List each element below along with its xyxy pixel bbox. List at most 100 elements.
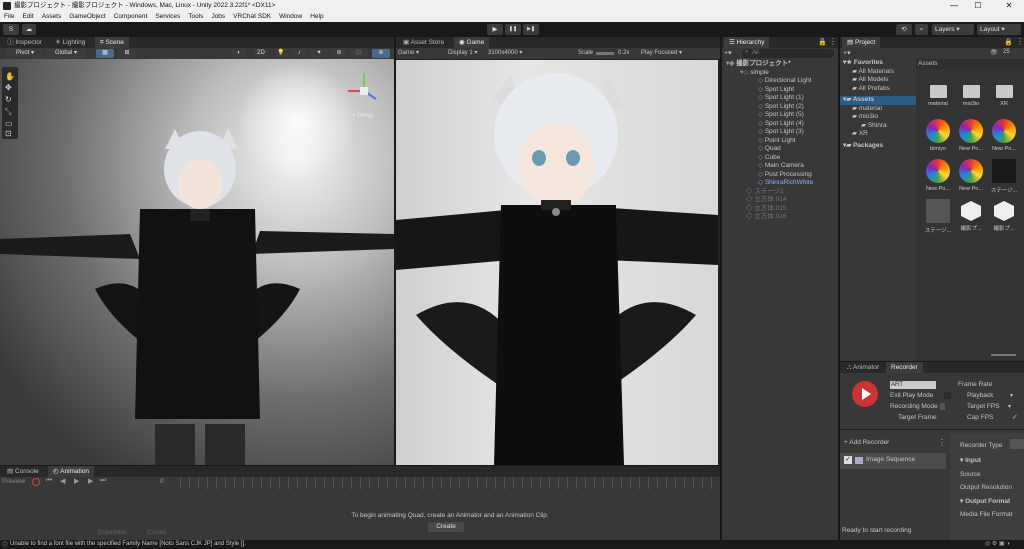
close-window-button[interactable]: ✕ [994, 0, 1024, 12]
menu-item-services[interactable]: Services [155, 12, 180, 22]
menu-item-assets[interactable]: Assets [42, 12, 62, 22]
create-animation-button[interactable]: Create [428, 522, 464, 532]
recording-mode-dropdown[interactable] [940, 403, 945, 410]
output-format-toggle[interactable]: ▾ Output Format [960, 497, 1010, 505]
cap-fps-checkbox[interactable]: ✓ [1012, 413, 1018, 421]
menu-item-jobs[interactable]: Jobs [211, 12, 225, 22]
pause-button[interactable]: ❚❚ [505, 24, 521, 35]
hierarchy-item[interactable]: ◇ 立方体.015 [722, 205, 838, 214]
recorder-list-item[interactable]: ✓ Image Sequence [840, 453, 946, 469]
hierarchy-item[interactable]: ◇ Cube [722, 154, 838, 163]
hierarchy-item[interactable]: ◇ 立方体.016 [722, 213, 838, 222]
add-recorder-button[interactable]: + Add Recorder [844, 439, 889, 446]
recorder-type-dropdown[interactable] [1010, 439, 1024, 449]
display-dropdown[interactable]: Display 1 ▾ [448, 48, 477, 59]
project-tree-item[interactable]: ▰ Shinra [840, 122, 916, 131]
playback-dropdown[interactable]: ▾ [1010, 392, 1013, 399]
scene-viewport[interactable]: ✋ ✥ ↻ ⤡ ▭ ⊡ < Persp [0, 59, 394, 465]
effects-toggle-icon[interactable]: ✦ [310, 49, 328, 58]
tab-recorder[interactable]: Recorder [886, 362, 923, 373]
hierarchy-item[interactable]: ◇ Point Light [722, 137, 838, 146]
menu-item-file[interactable]: File [4, 12, 14, 22]
project-tree-item[interactable]: ▾▰ Assets [840, 96, 916, 105]
play-focused-dropdown[interactable]: Play Focused ▾ [641, 48, 682, 59]
timeline-ruler[interactable] [180, 477, 720, 489]
hierarchy-item[interactable]: ◇ Directional Light [722, 77, 838, 86]
hidden-objects-icon[interactable]: ⊘ [332, 49, 346, 58]
tab-asset-store[interactable]: ▣ Asset Store [398, 37, 449, 48]
project-tree-item[interactable]: ▰ material [840, 105, 916, 114]
asset-item[interactable]: New Po... [922, 159, 954, 192]
asset-item[interactable]: mio3io [955, 79, 987, 107]
hierarchy-item[interactable]: ◇ Post Processing [722, 171, 838, 180]
tab-hierarchy[interactable]: ☰ Hierarchy [724, 37, 770, 48]
first-frame-icon[interactable]: ⏮ [46, 477, 52, 485]
menu-item-window[interactable]: Window [279, 12, 302, 22]
2d-toggle[interactable]: 2D [254, 49, 268, 58]
hierarchy-item[interactable]: ▾◇ simple [722, 69, 838, 78]
step-button[interactable]: ▶❚ [523, 24, 539, 35]
project-tree-item[interactable]: ▾▰ Packages [840, 142, 916, 151]
gizmos-icon[interactable]: ⊕ [372, 49, 390, 58]
layers-dropdown[interactable]: Layers ▾ [932, 24, 974, 35]
asset-item[interactable]: ステージ... [922, 199, 954, 234]
hierarchy-item[interactable]: ◇ ステージ1 [722, 188, 838, 197]
perspective-label[interactable]: < Persp [352, 113, 373, 119]
recorder-list-kebab-icon[interactable]: ⋮ [938, 438, 946, 447]
curves-tab[interactable]: Curves [147, 530, 166, 536]
menu-item-help[interactable]: Help [310, 12, 323, 22]
project-tree-item[interactable]: ▰ mio3io [840, 113, 916, 122]
hierarchy-item[interactable]: ◇ Spot Light (3) [722, 128, 838, 137]
asset-item[interactable]: New Po... [955, 159, 987, 192]
account-button[interactable]: S [3, 24, 19, 35]
rotate-tool-icon[interactable]: ↻ [5, 95, 12, 104]
move-tool-icon[interactable]: ✥ [5, 83, 12, 92]
menu-item-edit[interactable]: Edit [22, 12, 33, 22]
record-anim-icon[interactable] [32, 478, 40, 486]
menu-item-gameobject[interactable]: GameObject [69, 12, 106, 22]
tab-console[interactable]: ▤ Console [2, 466, 44, 477]
tab-animator[interactable]: ⛬ Animator [842, 362, 884, 373]
pivot-dropdown[interactable]: Pivot ▾ [6, 49, 44, 58]
maximize-button[interactable]: ☐ [968, 0, 988, 12]
asset-item[interactable]: New Po... [988, 119, 1020, 152]
project-tree-item[interactable]: ▾★ Favorites [840, 59, 916, 68]
tab-project[interactable]: ▤ Project [842, 37, 881, 48]
transform-tool-icon[interactable]: ⊡ [5, 129, 12, 138]
hierarchy-item[interactable]: ▾◈ 撮影プロジェクト* [722, 60, 838, 69]
tab-game[interactable]: ◉ Game [454, 37, 490, 48]
input-section-toggle[interactable]: ▾ Input [960, 456, 981, 464]
project-tree-item[interactable]: ▰ All Prefabs [840, 85, 916, 94]
hierarchy-search-input[interactable]: All [742, 49, 834, 58]
kebab-menu-icon[interactable]: ⋮ [829, 37, 837, 46]
tab-animation[interactable]: ◴ Animation [48, 466, 95, 477]
increment-snap-icon[interactable]: ⊞ [118, 49, 136, 58]
asset-item[interactable]: 撮影プ... [988, 199, 1020, 232]
search-icon[interactable]: ⌕ [915, 24, 928, 35]
project-add-button[interactable]: +▾ [843, 49, 851, 57]
project-tree-item[interactable]: ▰ All Materials [840, 68, 916, 77]
asset-item[interactable]: New Po... [955, 119, 987, 152]
project-eye-icon[interactable]: 👁 [990, 49, 998, 56]
game-mode-dropdown[interactable]: Game ▾ [398, 48, 419, 59]
tab-inspector[interactable]: ⓘ Inspector [2, 37, 47, 48]
asset-item[interactable]: XR [988, 79, 1020, 107]
hierarchy-item[interactable]: ◇ Spot Light (5) [722, 111, 838, 120]
project-tree-item[interactable]: ▰ All Models [840, 76, 916, 85]
exit-play-mode-checkbox[interactable] [944, 392, 951, 399]
tab-lighting[interactable]: ☀ Lighting [50, 37, 90, 48]
project-lock-icon[interactable]: 🔒 [1004, 38, 1013, 46]
global-dropdown[interactable]: Global ▾ [46, 49, 86, 58]
hierarchy-item[interactable]: ◇ Spot Light [722, 86, 838, 95]
scale-slider[interactable] [596, 52, 614, 55]
preview-toggle[interactable]: Preview [2, 478, 25, 485]
draw-mode-icon[interactable]: ◐ [232, 49, 246, 58]
frame-number-field[interactable]: 0 [160, 478, 164, 485]
hierarchy-item[interactable]: ◇ ShinraRichWhite [722, 179, 838, 188]
last-frame-icon[interactable]: ⏭ [100, 477, 106, 485]
hierarchy-item[interactable]: ◇ Spot Light (1) [722, 94, 838, 103]
cloud-icon[interactable]: ☁ [22, 24, 36, 35]
project-kebab-icon[interactable]: ⋮ [1016, 37, 1024, 46]
minimize-button[interactable]: — [944, 0, 964, 12]
hierarchy-item[interactable]: ◇ Spot Light (4) [722, 120, 838, 129]
